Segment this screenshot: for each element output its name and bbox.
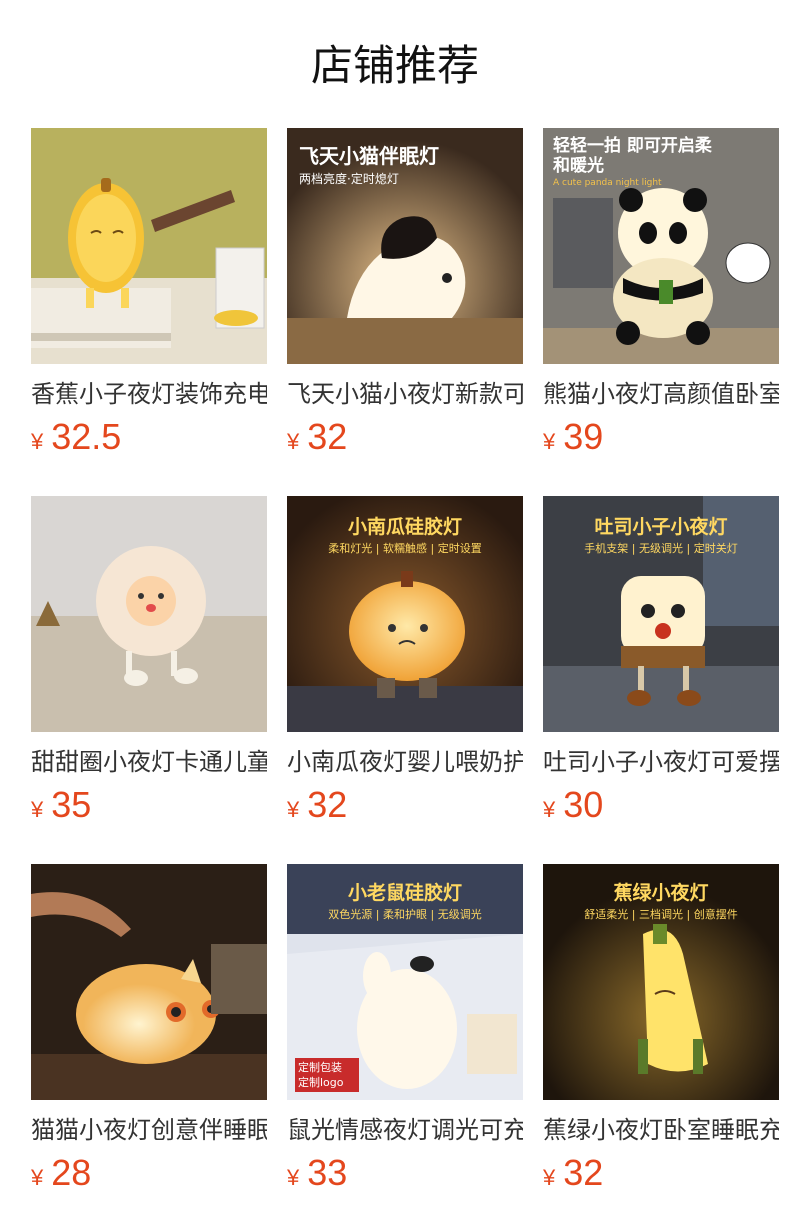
price-value: 30 <box>563 784 604 825</box>
image-subline: 手机支架 | 无级调光 | 定时关灯 <box>584 542 738 555</box>
price-value: 33 <box>307 1152 348 1193</box>
price-value: 28 <box>51 1152 92 1193</box>
product-name[interactable]: 猫猫小夜灯创意伴睡眠灯 <box>31 1114 267 1146</box>
product-card[interactable]: 甜甜圈小夜灯卡通儿童 ¥35 <box>31 496 267 825</box>
image-subline: 两档亮度·定时熄灯 <box>299 172 399 186</box>
price-value: 35 <box>51 784 92 825</box>
price-value: 32 <box>307 416 348 457</box>
product-card[interactable]: 小南瓜硅胶灯 柔和灯光 | 软糯触感 | 定时设置 小南瓜夜灯婴儿喂奶护眼 ¥3… <box>287 496 523 825</box>
product-card[interactable]: 香蕉小子夜灯装饰充电 ¥32.5 <box>31 128 267 457</box>
price-value: 32.5 <box>51 416 122 457</box>
image-subline: A cute panda night light <box>553 178 662 188</box>
currency-symbol: ¥ <box>31 1165 44 1190</box>
currency-symbol: ¥ <box>287 797 300 822</box>
product-image[interactable] <box>31 496 267 732</box>
product-image[interactable]: 小老鼠硅胶灯 双色光源 | 柔和护眼 | 无级调光 定制包装 定制logo <box>287 864 523 1100</box>
currency-symbol: ¥ <box>31 797 44 822</box>
custom-logo-badge: 定制包装 定制logo <box>295 1058 359 1092</box>
product-price: ¥35 <box>31 784 267 825</box>
product-price: ¥33 <box>287 1152 523 1193</box>
product-name[interactable]: 飞天小猫小夜灯新款可爱 <box>287 378 523 410</box>
product-card[interactable]: 飞天小猫伴眠灯 两档亮度·定时熄灯 飞天小猫小夜灯新款可爱 ¥32 <box>287 128 523 457</box>
currency-symbol: ¥ <box>543 1165 556 1190</box>
price-value: 32 <box>307 784 348 825</box>
product-image[interactable]: 飞天小猫伴眠灯 两档亮度·定时熄灯 <box>287 128 523 364</box>
currency-symbol: ¥ <box>543 797 556 822</box>
product-price: ¥32 <box>287 416 523 457</box>
image-headline: 蕉绿小夜灯 <box>613 882 709 904</box>
currency-symbol: ¥ <box>287 1165 300 1190</box>
product-card[interactable]: 吐司小子小夜灯 手机支架 | 无级调光 | 定时关灯 吐司小子小夜灯可爱摆件 ¥… <box>543 496 779 825</box>
product-price: ¥32 <box>543 1152 779 1193</box>
product-price: ¥32 <box>287 784 523 825</box>
product-image[interactable] <box>31 128 267 364</box>
product-card[interactable]: 蕉绿小夜灯 舒适柔光 | 三档调光 | 创意摆件 蕉绿小夜灯卧室睡眠充电 ¥32 <box>543 864 779 1193</box>
price-value: 32 <box>563 1152 604 1193</box>
product-name[interactable]: 鼠光情感夜灯调光可充电 <box>287 1114 523 1146</box>
product-price: ¥28 <box>31 1152 267 1193</box>
product-name[interactable]: 吐司小子小夜灯可爱摆件 <box>543 746 779 778</box>
image-headline: 小老鼠硅胶灯 <box>347 882 462 904</box>
image-headline: 小南瓜硅胶灯 <box>347 516 462 538</box>
image-subline: 双色光源 | 柔和护眼 | 无级调光 <box>328 908 482 921</box>
product-card[interactable]: 轻轻一拍 即可开启柔和暖光 A cute panda night light 熊… <box>543 128 779 457</box>
product-image[interactable]: 吐司小子小夜灯 手机支架 | 无级调光 | 定时关灯 <box>543 496 779 732</box>
product-image[interactable]: 轻轻一拍 即可开启柔和暖光 A cute panda night light <box>543 128 779 364</box>
product-price: ¥30 <box>543 784 779 825</box>
product-image[interactable] <box>31 864 267 1100</box>
currency-symbol: ¥ <box>31 429 44 454</box>
currency-symbol: ¥ <box>287 429 300 454</box>
product-name[interactable]: 熊猫小夜灯高颜值卧室 <box>543 378 779 410</box>
product-name[interactable]: 小南瓜夜灯婴儿喂奶护眼 <box>287 746 523 778</box>
price-value: 39 <box>563 416 604 457</box>
product-card[interactable]: 猫猫小夜灯创意伴睡眠灯 ¥28 <box>31 864 267 1193</box>
product-name[interactable]: 甜甜圈小夜灯卡通儿童 <box>31 746 267 778</box>
product-image[interactable]: 小南瓜硅胶灯 柔和灯光 | 软糯触感 | 定时设置 <box>287 496 523 732</box>
image-subline: 舒适柔光 | 三档调光 | 创意摆件 <box>584 908 738 921</box>
image-headline: 吐司小子小夜灯 <box>594 516 728 538</box>
section-title: 店铺推荐 <box>310 41 479 90</box>
product-name[interactable]: 蕉绿小夜灯卧室睡眠充电 <box>543 1114 779 1146</box>
image-headline: 飞天小猫伴眠灯 <box>299 144 439 168</box>
product-price: ¥39 <box>543 416 779 457</box>
product-price: ¥32.5 <box>31 416 267 457</box>
product-image[interactable]: 蕉绿小夜灯 舒适柔光 | 三档调光 | 创意摆件 <box>543 864 779 1100</box>
product-name[interactable]: 香蕉小子夜灯装饰充电 <box>31 378 267 410</box>
image-subline: 柔和灯光 | 软糯触感 | 定时设置 <box>328 542 482 555</box>
image-headline: 轻轻一拍 即可开启柔和暖光 <box>553 136 712 176</box>
product-card[interactable]: 小老鼠硅胶灯 双色光源 | 柔和护眼 | 无级调光 定制包装 定制logo 鼠光… <box>287 864 523 1193</box>
currency-symbol: ¥ <box>543 429 556 454</box>
